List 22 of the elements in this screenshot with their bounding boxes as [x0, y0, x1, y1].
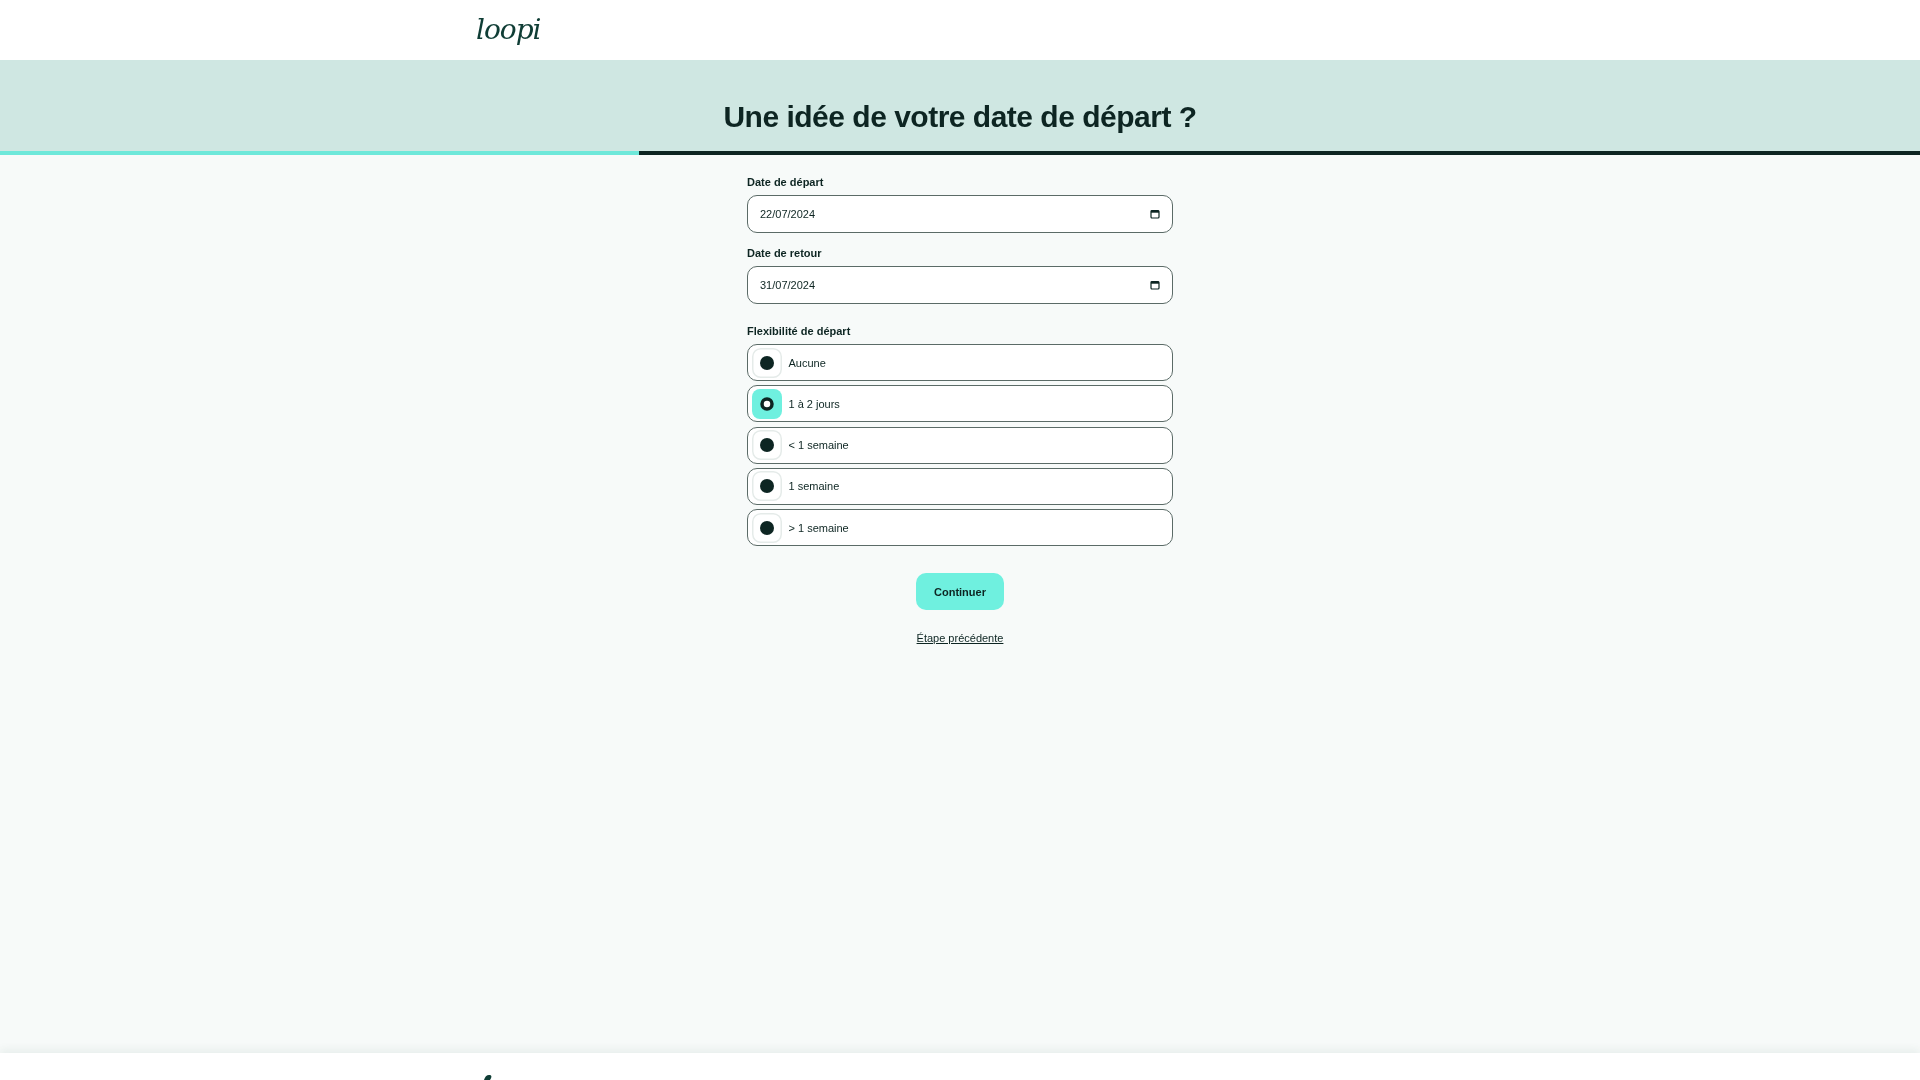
- field-label: Flexibilité de départ: [747, 324, 851, 339]
- date-input[interactable]: 31/07/2024: [747, 266, 1173, 304]
- radio-option[interactable]: 1 semaine: [747, 467, 1173, 505]
- calendar-icon[interactable]: [1150, 209, 1160, 219]
- logo-icon: [482, 1074, 494, 1080]
- radio-option[interactable]: < 1 semaine: [747, 426, 1173, 464]
- field-label: Date de départ: [747, 175, 824, 190]
- radio-icon[interactable]: [751, 430, 782, 461]
- previous-step-link[interactable]: Étape précédente: [916, 630, 1004, 647]
- continue-button[interactable]: Continuer: [916, 573, 1004, 611]
- radio-option[interactable]: 1 à 2 jours: [747, 385, 1173, 423]
- radio-option[interactable]: Aucune: [747, 344, 1173, 381]
- radio-icon[interactable]: [751, 347, 782, 378]
- field-label: Date de retour: [747, 246, 822, 261]
- calendar-icon[interactable]: [1150, 280, 1160, 290]
- date-input[interactable]: 22/07/2024: [747, 195, 1173, 233]
- radio-icon[interactable]: [751, 471, 782, 502]
- radio-selected-icon[interactable]: [751, 388, 782, 419]
- page-title: Une idée de votre date de départ ?: [723, 99, 1197, 135]
- radio-option[interactable]: > 1 semaine: [747, 509, 1173, 547]
- brand-logo[interactable]: loopi: [476, 13, 541, 47]
- radio-icon[interactable]: [751, 512, 782, 543]
